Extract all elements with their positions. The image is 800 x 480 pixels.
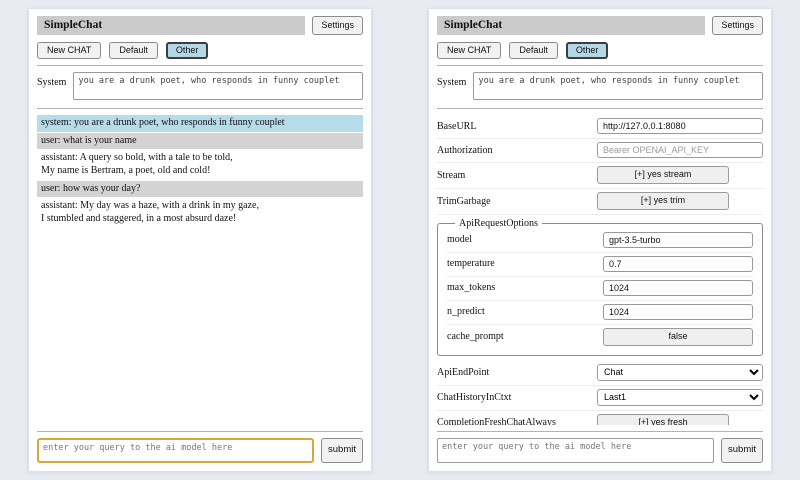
model-label: model	[447, 234, 603, 245]
setting-row-stream: Stream [+] yes stream	[437, 163, 763, 189]
query-input[interactable]	[437, 438, 714, 463]
settings-button[interactable]: Settings	[712, 16, 763, 35]
system-label: System	[37, 72, 66, 88]
setting-row-api-endpoint: ApiEndPoint Chat	[437, 361, 763, 386]
chat-message-system: system: you are a drunk poet, who respon…	[37, 115, 363, 131]
session-row: New CHAT Default Other	[37, 42, 363, 60]
settings-list: BaseURL Authorization Stream [+] yes str…	[437, 115, 763, 425]
setting-row-model: model	[447, 229, 753, 253]
app-title: SimpleChat	[44, 19, 102, 31]
n-predict-input[interactable]	[603, 304, 753, 320]
session-row: New CHAT Default Other	[437, 42, 763, 60]
session-tab-default[interactable]: Default	[109, 42, 158, 60]
api-endpoint-label: ApiEndPoint	[437, 367, 597, 378]
settings-panel: SimpleChat Settings New CHAT Default Oth…	[428, 8, 772, 472]
chat-history-select[interactable]: Last1	[597, 389, 763, 406]
title-bar: SimpleChat	[37, 16, 305, 35]
system-input[interactable]: you are a drunk poet, who responds in fu…	[473, 72, 763, 100]
setting-row-temperature: temperature	[447, 253, 753, 277]
submit-button[interactable]: submit	[321, 438, 363, 463]
setting-row-max-tokens: max_tokens	[447, 277, 753, 301]
query-input[interactable]	[37, 438, 314, 463]
divider	[437, 65, 763, 66]
divider	[437, 431, 763, 432]
session-tab-other[interactable]: Other	[166, 42, 209, 60]
authorization-label: Authorization	[437, 145, 597, 156]
max-tokens-label: max_tokens	[447, 282, 603, 293]
submit-button[interactable]: submit	[721, 438, 763, 463]
new-chat-button[interactable]: New CHAT	[437, 42, 501, 60]
api-request-options-fieldset: ApiRequestOptions model temperature max_…	[437, 218, 763, 356]
chat-panel: SimpleChat Settings New CHAT Default Oth…	[28, 8, 372, 472]
api-endpoint-select[interactable]: Chat	[597, 364, 763, 381]
temperature-input[interactable]	[603, 256, 753, 272]
chat-message-user: user: how was your day?	[37, 181, 363, 197]
query-row: submit	[37, 438, 363, 463]
temperature-label: temperature	[447, 258, 603, 269]
setting-row-trimgarbage: TrimGarbage [+] yes trim	[437, 189, 763, 215]
cache-prompt-toggle-button[interactable]: false	[603, 328, 753, 346]
divider	[37, 65, 363, 66]
chat-message-assistant: assistant: A query so bold, with a tale …	[37, 150, 363, 180]
new-chat-button[interactable]: New CHAT	[37, 42, 101, 60]
chat-history-label: ChatHistoryInCtxt	[437, 392, 597, 403]
divider	[437, 108, 763, 109]
system-row: System you are a drunk poet, who respond…	[437, 72, 763, 100]
setting-row-completion-fresh: CompletionFreshChatAlways [+] yes fresh	[437, 411, 763, 425]
n-predict-label: n_predict	[447, 306, 603, 317]
chat-message-user: user: what is your name	[37, 133, 363, 149]
authorization-input[interactable]	[597, 142, 763, 158]
completion-fresh-toggle-button[interactable]: [+] yes fresh	[597, 414, 729, 425]
system-label: System	[437, 72, 466, 88]
cache-prompt-label: cache_prompt	[447, 331, 603, 342]
system-input[interactable]: you are a drunk poet, who responds in fu…	[73, 72, 363, 100]
header-row: SimpleChat Settings	[437, 16, 763, 35]
base-url-input[interactable]	[597, 118, 763, 134]
setting-row-chat-history: ChatHistoryInCtxt Last1	[437, 386, 763, 411]
title-bar: SimpleChat	[437, 16, 705, 35]
model-input[interactable]	[603, 232, 753, 248]
session-tab-other[interactable]: Other	[566, 42, 609, 60]
app-title: SimpleChat	[444, 19, 502, 31]
session-tab-default[interactable]: Default	[509, 42, 558, 60]
max-tokens-input[interactable]	[603, 280, 753, 296]
divider	[37, 108, 363, 109]
chat-message-assistant: assistant: My day was a haze, with a dri…	[37, 198, 363, 228]
setting-row-n-predict: n_predict	[447, 301, 753, 325]
setting-row-baseurl: BaseURL	[437, 115, 763, 139]
trim-garbage-label: TrimGarbage	[437, 196, 597, 207]
chat-log: system: you are a drunk poet, who respon…	[37, 115, 363, 425]
header-row: SimpleChat Settings	[37, 16, 363, 35]
system-row: System you are a drunk poet, who respond…	[37, 72, 363, 100]
setting-row-cache-prompt: cache_prompt false	[447, 325, 753, 350]
setting-row-authorization: Authorization	[437, 139, 763, 163]
api-request-options-legend: ApiRequestOptions	[455, 218, 542, 229]
query-row: submit	[437, 438, 763, 463]
trim-garbage-toggle-button[interactable]: [+] yes trim	[597, 192, 729, 210]
stream-toggle-button[interactable]: [+] yes stream	[597, 166, 729, 184]
completion-fresh-label: CompletionFreshChatAlways	[437, 417, 597, 425]
base-url-label: BaseURL	[437, 121, 597, 132]
divider	[37, 431, 363, 432]
settings-button[interactable]: Settings	[312, 16, 363, 35]
stream-label: Stream	[437, 170, 597, 181]
